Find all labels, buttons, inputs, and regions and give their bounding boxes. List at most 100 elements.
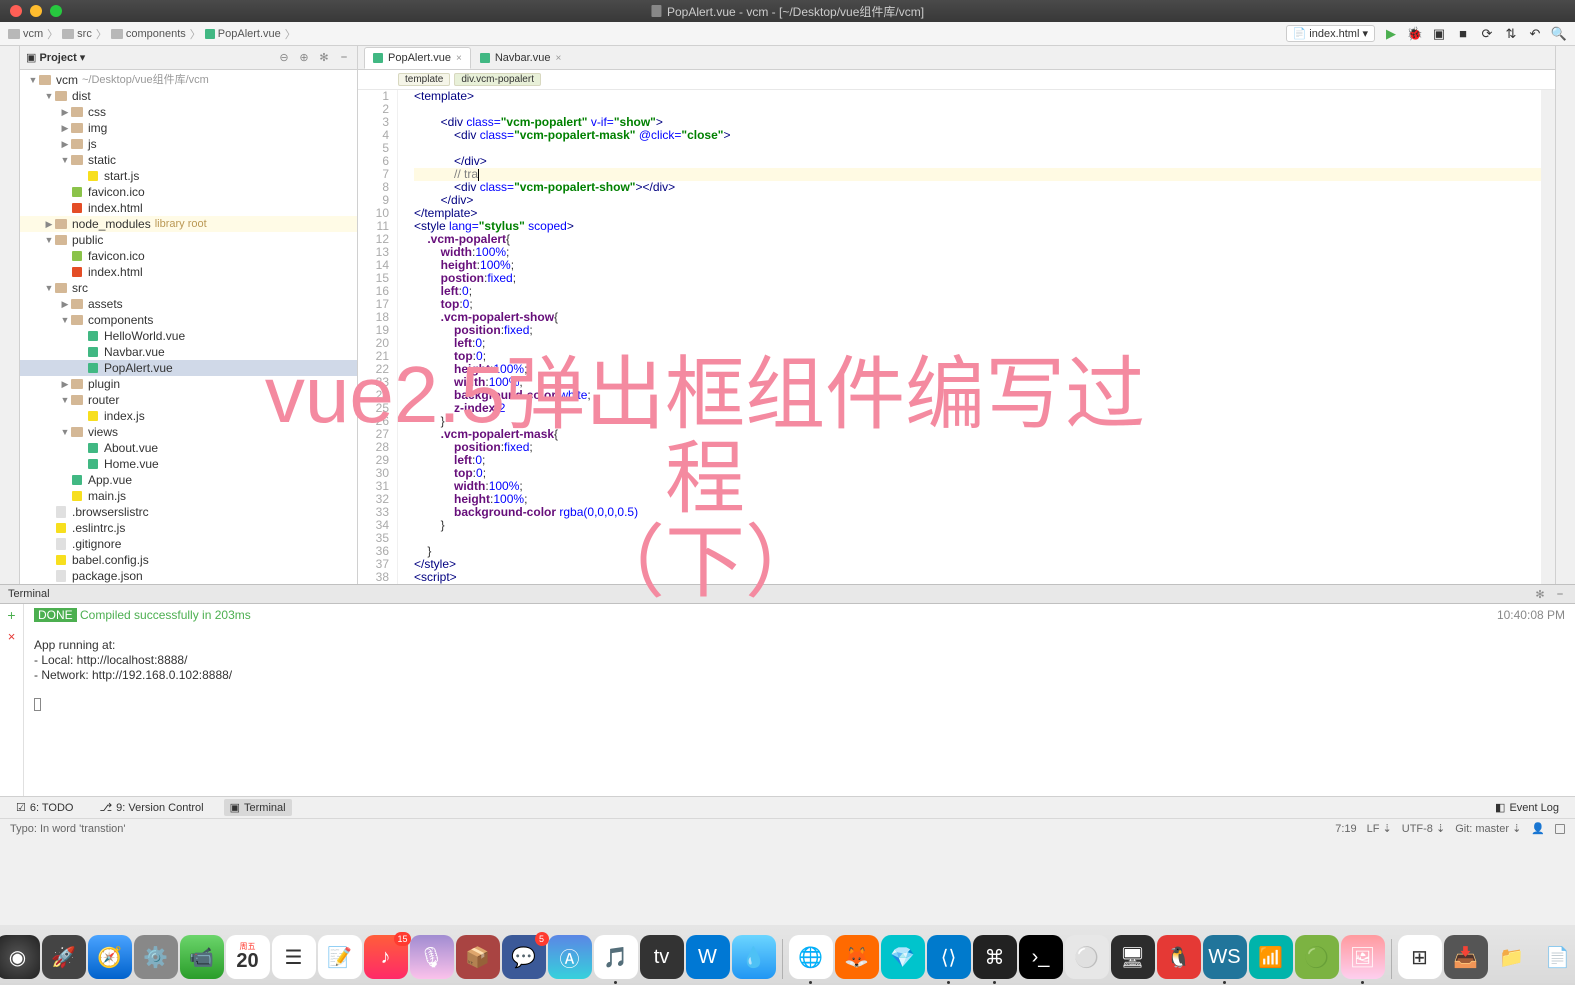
tool-button[interactable]: ↶	[1527, 26, 1543, 42]
dock-podcasts[interactable]: 🎙	[410, 935, 454, 979]
inspection-indicator[interactable]: 👤	[1531, 822, 1545, 835]
expand-arrow[interactable]: ▶	[60, 136, 70, 152]
nav-chip[interactable]: template	[398, 73, 450, 86]
settings-icon[interactable]: ✻	[317, 50, 331, 64]
tree-row[interactable]: ▼public	[20, 232, 357, 248]
tree-row[interactable]: index.html	[20, 264, 357, 280]
expand-arrow[interactable]: ▶	[60, 120, 70, 136]
expand-arrow[interactable]: ▶	[60, 296, 70, 312]
coverage-button[interactable]: ▣	[1431, 26, 1447, 42]
cursor-position[interactable]: 7:19	[1335, 823, 1356, 835]
dock-app[interactable]: 📦	[456, 935, 500, 979]
dock-app[interactable]: 📶	[1249, 935, 1293, 979]
close-icon[interactable]: ×	[456, 53, 462, 64]
tree-row[interactable]: ▼vcm~/Desktop/vue组件库/vcm	[20, 72, 357, 88]
zoom-window[interactable]	[50, 5, 62, 17]
expand-button[interactable]: ⊕	[297, 50, 311, 64]
dock-downloads[interactable]: 📥	[1444, 935, 1488, 979]
run-button[interactable]: ▶	[1383, 26, 1399, 42]
dock-slack[interactable]: 💬5	[502, 935, 546, 979]
tree-row[interactable]: ▶css	[20, 104, 357, 120]
dock-notes[interactable]: 📝	[318, 935, 362, 979]
dock-word[interactable]: W	[686, 935, 730, 979]
hide-button[interactable]: ⎯	[337, 50, 351, 64]
expand-arrow[interactable]: ▼	[60, 424, 70, 440]
tree-row[interactable]: package.json	[20, 568, 357, 584]
left-tool-gutter[interactable]	[0, 46, 20, 584]
right-tool-gutter[interactable]	[1555, 46, 1575, 584]
file-encoding[interactable]: UTF-8 ⇣	[1402, 822, 1445, 835]
debug-button[interactable]: 🐞	[1407, 26, 1423, 42]
project-view-selector[interactable]: ▣ Project ▾	[26, 51, 85, 64]
close-icon[interactable]: ×	[555, 53, 561, 64]
line-separator[interactable]: LF ⇣	[1367, 822, 1392, 835]
editor-tab[interactable]: Navbar.vue×	[471, 47, 571, 69]
tree-row[interactable]: ▶img	[20, 120, 357, 136]
tree-row[interactable]: ▼src	[20, 280, 357, 296]
dock-app[interactable]: ⚪	[1065, 935, 1109, 979]
tree-row[interactable]: .gitignore	[20, 536, 357, 552]
fold-gutter[interactable]	[398, 90, 410, 584]
tree-row[interactable]: HelloWorld.vue	[20, 328, 357, 344]
dock-chrome[interactable]: 🌐	[789, 935, 833, 979]
git-branch[interactable]: Git: master ⇣	[1455, 822, 1521, 835]
tree-row[interactable]: ▶js	[20, 136, 357, 152]
dock-shortcuts[interactable]: ⊞	[1398, 935, 1442, 979]
dock-reminders[interactable]: ☰	[272, 935, 316, 979]
close-window[interactable]	[10, 5, 22, 17]
tool-button[interactable]: ⟳	[1479, 26, 1495, 42]
expand-arrow[interactable]: ▼	[60, 312, 70, 328]
dock-iterm[interactable]: ›_	[1019, 935, 1063, 979]
tree-row[interactable]: ▶plugin	[20, 376, 357, 392]
dock-webstorm[interactable]: WS	[1203, 935, 1247, 979]
search-button[interactable]: 🔍	[1551, 26, 1567, 42]
collapse-all-button[interactable]: ⊖	[277, 50, 291, 64]
dock-document[interactable]: 📄	[1536, 935, 1575, 979]
expand-arrow[interactable]: ▶	[44, 216, 54, 232]
dock-terminal[interactable]: ⌘	[973, 935, 1017, 979]
tree-row[interactable]: favicon.ico	[20, 248, 357, 264]
code-editor[interactable]: 1234567891011121314151617181920212223242…	[358, 90, 1555, 584]
tree-row[interactable]: ▼router	[20, 392, 357, 408]
dock-vscode[interactable]: ⟨⟩	[927, 935, 971, 979]
tree-row[interactable]: index.js	[20, 408, 357, 424]
dock-app[interactable]: 💧	[732, 935, 776, 979]
tree-row[interactable]: ▼dist	[20, 88, 357, 104]
tree-row[interactable]: Home.vue	[20, 456, 357, 472]
dock-firefox[interactable]: 🦊	[835, 935, 879, 979]
editor-tab[interactable]: PopAlert.vue×	[364, 47, 471, 69]
tree-row[interactable]: favicon.ico	[20, 184, 357, 200]
expand-arrow[interactable]: ▼	[44, 232, 54, 248]
dock-launchpad[interactable]: 🚀	[42, 935, 86, 979]
dock-settings[interactable]: ⚙️	[134, 935, 178, 979]
new-session-button[interactable]: +	[7, 608, 15, 623]
dock-music[interactable]: ♪15	[364, 935, 408, 979]
expand-arrow[interactable]: ▼	[44, 280, 54, 296]
tool-button[interactable]: ⇅	[1503, 26, 1519, 42]
expand-arrow[interactable]: ▼	[28, 72, 38, 88]
breadcrumb-item[interactable]: vcm	[8, 28, 43, 40]
tree-row[interactable]: index.html	[20, 200, 357, 216]
breadcrumb-item[interactable]: PopAlert.vue	[205, 28, 281, 40]
tree-row[interactable]: .browserslistrc	[20, 504, 357, 520]
expand-arrow[interactable]: ▼	[44, 88, 54, 104]
hide-button[interactable]: ⎯	[1553, 587, 1567, 601]
tree-row[interactable]: ▶assets	[20, 296, 357, 312]
expand-arrow[interactable]: ▼	[60, 392, 70, 408]
tree-row[interactable]: start.js	[20, 168, 357, 184]
terminal-tool[interactable]: ▣ Terminal	[224, 799, 292, 816]
code-content[interactable]: <template> <div class="vcm-popalert" v-i…	[410, 90, 1541, 584]
tree-row[interactable]: babel.config.js	[20, 552, 357, 568]
tree-row[interactable]: ▶node_moduleslibrary root	[20, 216, 357, 232]
vcs-tool[interactable]: ⎇ 9: Version Control	[93, 799, 209, 816]
tree-row[interactable]: ▼components	[20, 312, 357, 328]
tree-row[interactable]: main.js	[20, 488, 357, 504]
minimize-window[interactable]	[30, 5, 42, 17]
tree-row[interactable]: PopAlert.vue	[20, 360, 357, 376]
dock-qqmusic[interactable]: 🎵	[594, 935, 638, 979]
dock-safari[interactable]: 🧭	[88, 935, 132, 979]
dock-app[interactable]: 🟢	[1295, 935, 1339, 979]
event-log-tool[interactable]: ◧ Event Log	[1489, 799, 1565, 816]
editor-breadcrumb[interactable]: template div.vcm-popalert	[358, 70, 1555, 90]
todo-tool[interactable]: ☑ 6: TODO	[10, 799, 79, 816]
